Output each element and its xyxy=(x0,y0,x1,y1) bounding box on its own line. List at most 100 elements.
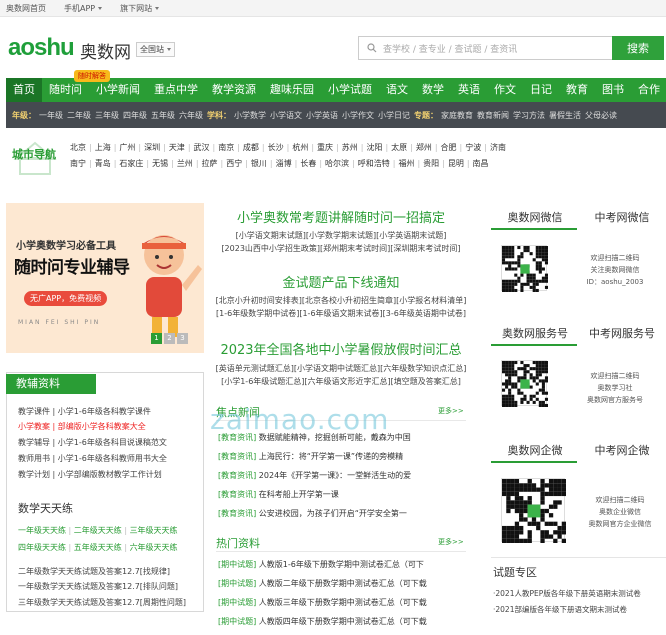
news-link[interactable]: [北京各校小升初招生简章] xyxy=(302,296,396,305)
practice-link[interactable]: 一年级天天练 xyxy=(18,526,66,535)
logo[interactable]: aoshu xyxy=(8,34,75,62)
tab-aoshu-wechat[interactable]: 奥数网微信 xyxy=(491,209,579,225)
news-link[interactable]: [1-6年级数学期中试卷] xyxy=(216,309,299,318)
tab-zhongkao-wechat[interactable]: 中考网微信 xyxy=(578,209,666,225)
tab-aoshu-service[interactable]: 奥数网服务号 xyxy=(491,325,579,341)
nav-item-11[interactable]: 日记 xyxy=(523,78,559,102)
subject-link[interactable]: 小学作文 xyxy=(342,110,374,121)
subject-link[interactable]: 小学数学 xyxy=(234,110,266,121)
news-item[interactable]: [期中试题] 人教版1-6年级下册数学期中测试卷汇总（可下 xyxy=(218,559,468,570)
subject-link[interactable]: 小学语文 xyxy=(270,110,302,121)
city-link[interactable]: 银川 xyxy=(251,159,267,168)
nav-item-7[interactable]: 语文 xyxy=(379,78,415,102)
topic-link[interactable]: 家庭教育 xyxy=(441,110,473,121)
nav-item-9[interactable]: 英语 xyxy=(451,78,487,102)
practice-item[interactable]: 三年级数学天天练试题及答案12.7[周期性问题] xyxy=(18,597,186,608)
practice-link[interactable]: 六年级天天练 xyxy=(130,543,178,552)
hot-more-link[interactable]: 更多>> xyxy=(438,537,464,547)
resource-line[interactable]: 教学课件 | 小学1-6年级各科教学课件 xyxy=(18,406,151,417)
search-input[interactable]: 查学校 / 查专业 / 查试题 / 查资讯 xyxy=(358,36,613,60)
city-link[interactable]: 天津 xyxy=(169,143,185,152)
subject-link[interactable]: 小学英语 xyxy=(306,110,338,121)
city-link[interactable]: 贵阳 xyxy=(423,159,439,168)
subject-link[interactable]: 小学日记 xyxy=(378,110,410,121)
top-app-link[interactable]: 手机APP xyxy=(64,3,103,14)
practice-link[interactable]: 二年级天天练 xyxy=(74,526,122,535)
news-link[interactable]: [郑州期末考试时间] xyxy=(320,244,390,253)
news-link[interactable]: [小学语文期末试题] xyxy=(236,231,306,240)
practice-link[interactable]: 五年级天天练 xyxy=(74,543,122,552)
news-link[interactable]: [小学语文期中试题汇总] xyxy=(294,364,380,373)
city-link[interactable]: 南昌 xyxy=(473,159,489,168)
top-sites-link[interactable]: 旗下网站 xyxy=(120,3,160,14)
news-link[interactable]: [北京小升初时间安排表] xyxy=(216,296,302,305)
city-link[interactable]: 淄博 xyxy=(276,159,292,168)
news-item[interactable]: [教育资讯] 2024年《开学第一课》：一堂鲜活生动的爱 xyxy=(218,470,468,481)
nav-item-10[interactable]: 作文 xyxy=(487,78,523,102)
exam-link[interactable]: ·2021人教PEP版各年级下册英语期末测试卷 xyxy=(493,588,641,599)
city-link[interactable]: 南京 xyxy=(218,143,234,152)
grade-link[interactable]: 六年级 xyxy=(179,110,203,121)
nav-item-13[interactable]: 图书 xyxy=(595,78,631,102)
city-link[interactable]: 广州 xyxy=(119,143,135,152)
practice-link[interactable]: 四年级天天练 xyxy=(18,543,66,552)
grade-link[interactable]: 五年级 xyxy=(151,110,175,121)
news-link[interactable]: [小学英语期末试题] xyxy=(376,231,446,240)
city-link[interactable]: 杭州 xyxy=(292,143,308,152)
city-link[interactable]: 西宁 xyxy=(226,159,242,168)
resource-line[interactable]: 教学计划 | 小学部编版教材教学工作计划 xyxy=(18,469,162,480)
grade-link[interactable]: 一年级 xyxy=(39,110,63,121)
city-link[interactable]: 哈尔滨 xyxy=(325,159,349,168)
resource-line[interactable]: 教学辅导 | 小学1-6年级各科目说课稿范文 xyxy=(18,437,167,448)
grade-link[interactable]: 三年级 xyxy=(95,110,119,121)
city-link[interactable]: 太原 xyxy=(391,143,407,152)
nav-item-12[interactable]: 教育 xyxy=(559,78,595,102)
news-link[interactable]: [填空题及答案汇总] xyxy=(391,377,461,386)
tab-zhongkao-service[interactable]: 中考网服务号 xyxy=(578,325,666,341)
city-link[interactable]: 石家庄 xyxy=(119,159,143,168)
news-item[interactable]: [教育资讯] 上海民行：将“开学第一课”传递的旁模精 xyxy=(218,451,468,462)
grade-link[interactable]: 四年级 xyxy=(123,110,147,121)
city-link[interactable]: 北京 xyxy=(70,143,86,152)
grade-link[interactable]: 二年级 xyxy=(67,110,91,121)
nav-item-8[interactable]: 数学 xyxy=(415,78,451,102)
city-link[interactable]: 苏州 xyxy=(342,143,358,152)
city-link[interactable]: 无锡 xyxy=(152,159,168,168)
pager-1[interactable]: 1 xyxy=(151,333,162,344)
nav-item-6[interactable]: 小学试题 xyxy=(321,78,379,102)
news-link[interactable]: [英语单元测试题汇总] xyxy=(216,364,294,373)
city-link[interactable]: 长沙 xyxy=(268,143,284,152)
news-link[interactable]: [1-6年级语文期末试卷] xyxy=(299,309,382,318)
resource-line[interactable]: 小学教案 | 部编版小学各科教案大全 xyxy=(18,421,146,432)
nav-item-14[interactable]: 合作 xyxy=(631,78,666,102)
exam-link[interactable]: ·2021部编版各年级下册语文期末测试卷 xyxy=(493,604,627,615)
headline-3[interactable]: 2023年全国各地中小学暑假放假时间汇总 xyxy=(206,339,476,358)
city-link[interactable]: 南宁 xyxy=(70,159,86,168)
city-link[interactable]: 拉萨 xyxy=(202,159,218,168)
city-link[interactable]: 宁波 xyxy=(465,143,481,152)
topic-link[interactable]: 暑假生活 xyxy=(549,110,581,121)
practice-link[interactable]: 三年级天天练 xyxy=(130,526,178,535)
news-item[interactable]: [教育资讯] 在科考船上开学第一课 xyxy=(218,489,468,500)
city-link[interactable]: 深圳 xyxy=(144,143,160,152)
city-link[interactable]: 兰州 xyxy=(177,159,193,168)
nav-item-3[interactable]: 重点中学 xyxy=(147,78,205,102)
headline-1[interactable]: 小学奥数常考题讲解随时问一招搞定 xyxy=(210,207,472,226)
city-link[interactable]: 上海 xyxy=(95,143,111,152)
nav-item-0[interactable]: 首页 xyxy=(6,78,42,102)
pager-3[interactable]: 3 xyxy=(177,333,188,344)
city-link[interactable]: 福州 xyxy=(398,159,414,168)
city-link[interactable]: 济南 xyxy=(490,143,506,152)
topic-link[interactable]: 教育新闻 xyxy=(477,110,509,121)
tab-zhongkao-wecom[interactable]: 中考网企微 xyxy=(578,442,666,458)
city-link[interactable]: 合肥 xyxy=(441,143,457,152)
news-link[interactable]: [六年级数学知识点汇总] xyxy=(380,364,466,373)
top-home-link[interactable]: 奥数网首页 xyxy=(6,3,46,14)
city-link[interactable]: 成都 xyxy=(243,143,259,152)
tab-aoshu-wecom[interactable]: 奥数网企微 xyxy=(491,442,579,458)
city-link[interactable]: 青岛 xyxy=(95,159,111,168)
topic-link[interactable]: 学习方法 xyxy=(513,110,545,121)
focus-more-link[interactable]: 更多>> xyxy=(438,406,464,416)
city-link[interactable]: 昆明 xyxy=(448,159,464,168)
topic-link[interactable]: 父母必读 xyxy=(585,110,617,121)
